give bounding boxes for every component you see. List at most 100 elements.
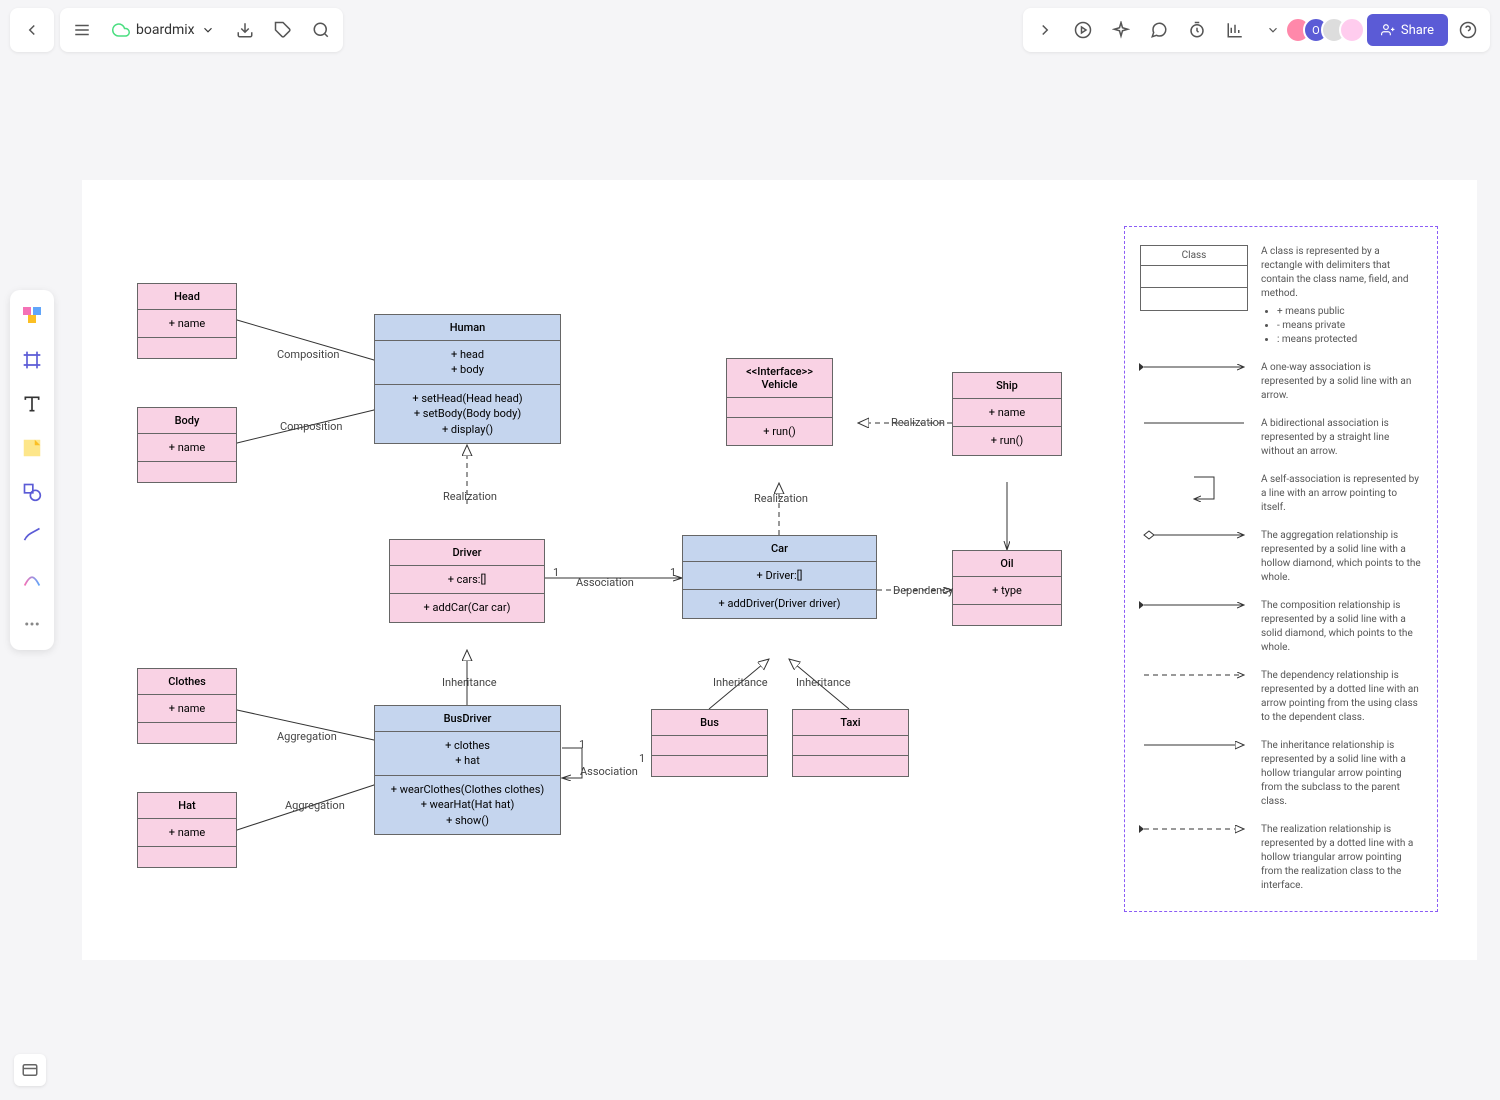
app-title-group[interactable]: boardmix (102, 21, 225, 39)
class-car[interactable]: Car + Driver:[] + addDriver(Driver drive… (682, 535, 877, 619)
class-name: Clothes (138, 669, 236, 695)
class-op: + display() (379, 422, 556, 437)
legend-text: The realization relationship is represen… (1261, 823, 1423, 893)
legend-text: The dependency relationship is represent… (1261, 669, 1423, 725)
class-oil[interactable]: Oil + type (952, 550, 1062, 626)
class-clothes[interactable]: Clothes + name (137, 668, 237, 744)
legend-text: A bidirectional association is represent… (1261, 417, 1423, 459)
edge-label: Association (580, 765, 638, 778)
chart-button[interactable] (1217, 12, 1253, 48)
tag-button[interactable] (265, 12, 301, 48)
back-button[interactable] (14, 12, 50, 48)
class-head[interactable]: Head + name (137, 283, 237, 359)
share-label: Share (1401, 23, 1434, 38)
legend-text: A one-way association is represented by … (1261, 361, 1423, 403)
edge-label: Inheritance (442, 676, 497, 689)
shape-tool[interactable] (14, 474, 50, 510)
templates-tool[interactable] (14, 298, 50, 334)
class-op: + run() (957, 433, 1057, 448)
edge-mult: 1 (553, 566, 559, 579)
chevron-down-icon (201, 23, 215, 37)
legend-class-symbol: Class (1140, 245, 1248, 311)
avatar[interactable] (1339, 17, 1365, 43)
help-button[interactable] (1450, 12, 1486, 48)
class-op: + setHead(Head head) (379, 391, 556, 406)
class-name: Human (375, 315, 560, 341)
menu-button[interactable] (64, 12, 100, 48)
edge-label: Realization (891, 416, 945, 429)
play-button[interactable] (1065, 12, 1101, 48)
class-attr: + head (379, 347, 556, 362)
edge-mult: 1 (639, 752, 645, 765)
edge-label: Aggregation (277, 730, 337, 743)
class-human[interactable]: Human + head + body + setHead(Head head)… (374, 314, 561, 444)
class-attr: + name (142, 440, 232, 455)
pen-tool[interactable] (14, 518, 50, 554)
class-name: Hat (138, 793, 236, 819)
class-attr: + name (142, 316, 232, 331)
legend-text: The inheritance relationship is represen… (1261, 739, 1423, 809)
edge-mult: 1 (579, 738, 585, 751)
layers-button[interactable] (14, 1054, 46, 1086)
sparkle-button[interactable] (1103, 12, 1139, 48)
class-name: Driver (390, 540, 544, 566)
edge-label: Inheritance (796, 676, 851, 689)
class-hat[interactable]: Hat + name (137, 792, 237, 868)
legend-text: A self-association is represented by a l… (1261, 473, 1423, 515)
class-name: Car (683, 536, 876, 562)
class-taxi[interactable]: Taxi (792, 709, 909, 777)
class-name: Ship (953, 373, 1061, 399)
search-button[interactable] (303, 12, 339, 48)
person-plus-icon (1381, 23, 1395, 37)
class-name: Oil (953, 551, 1061, 577)
diagram-canvas[interactable]: Head + name Body + name Human + head + b… (82, 180, 1477, 960)
class-op: + setBody(Body body) (379, 406, 556, 421)
class-attr: + body (379, 362, 556, 377)
class-body[interactable]: Body + name (137, 407, 237, 483)
class-attr: + clothes (379, 738, 556, 753)
edge-label: Dependency (893, 584, 953, 597)
class-attr: + type (957, 583, 1057, 598)
expand-button[interactable] (1027, 12, 1063, 48)
class-op: + wearHat(Hat hat) (379, 797, 556, 812)
app-title: boardmix (136, 22, 195, 38)
collaborator-avatars[interactable]: O (1293, 17, 1365, 43)
class-name: Bus (652, 710, 767, 736)
download-button[interactable] (227, 12, 263, 48)
more-tools[interactable] (14, 606, 50, 642)
class-vehicle[interactable]: <<Interface>> Vehicle + run() (726, 358, 833, 446)
class-name: BusDriver (375, 706, 560, 732)
tool-sidebar (10, 290, 54, 650)
frame-tool[interactable] (14, 342, 50, 378)
timer-button[interactable] (1179, 12, 1215, 48)
class-attr: + cars:[] (394, 572, 540, 587)
class-bus[interactable]: Bus (651, 709, 768, 777)
class-op: + addCar(Car car) (394, 600, 540, 615)
share-button[interactable]: Share (1367, 14, 1448, 46)
class-op: + run() (731, 424, 828, 439)
class-name: <<Interface>> Vehicle (727, 359, 832, 398)
comment-button[interactable] (1141, 12, 1177, 48)
class-attr: + name (142, 825, 232, 840)
class-attr: + Driver:[] (687, 568, 872, 583)
text-tool[interactable] (14, 386, 50, 422)
class-name: Body (138, 408, 236, 434)
class-busdriver[interactable]: BusDriver + clothes + hat + wearClothes(… (374, 705, 561, 835)
class-op: + wearClothes(Clothes clothes) (379, 782, 556, 797)
class-name: Taxi (793, 710, 908, 736)
edge-label: Aggregation (285, 799, 345, 812)
edge-label: Composition (280, 420, 343, 433)
legend-text: A class is represented by a rectangle wi… (1261, 245, 1423, 347)
legend-panel[interactable]: Class A class is represented by a rectan… (1124, 226, 1438, 912)
connector-tool[interactable] (14, 562, 50, 598)
class-ship[interactable]: Ship + name + run() (952, 372, 1062, 456)
class-attr: + hat (379, 753, 556, 768)
edge-label: Association (576, 576, 634, 589)
class-driver[interactable]: Driver + cars:[] + addCar(Car car) (389, 539, 545, 623)
edge-label: Realization (754, 492, 808, 505)
edge-label: Inheritance (713, 676, 768, 689)
edge-label: Realization (443, 490, 497, 503)
edge-mult: 1 (670, 566, 676, 579)
class-attr: + name (142, 701, 232, 716)
sticky-note-tool[interactable] (14, 430, 50, 466)
